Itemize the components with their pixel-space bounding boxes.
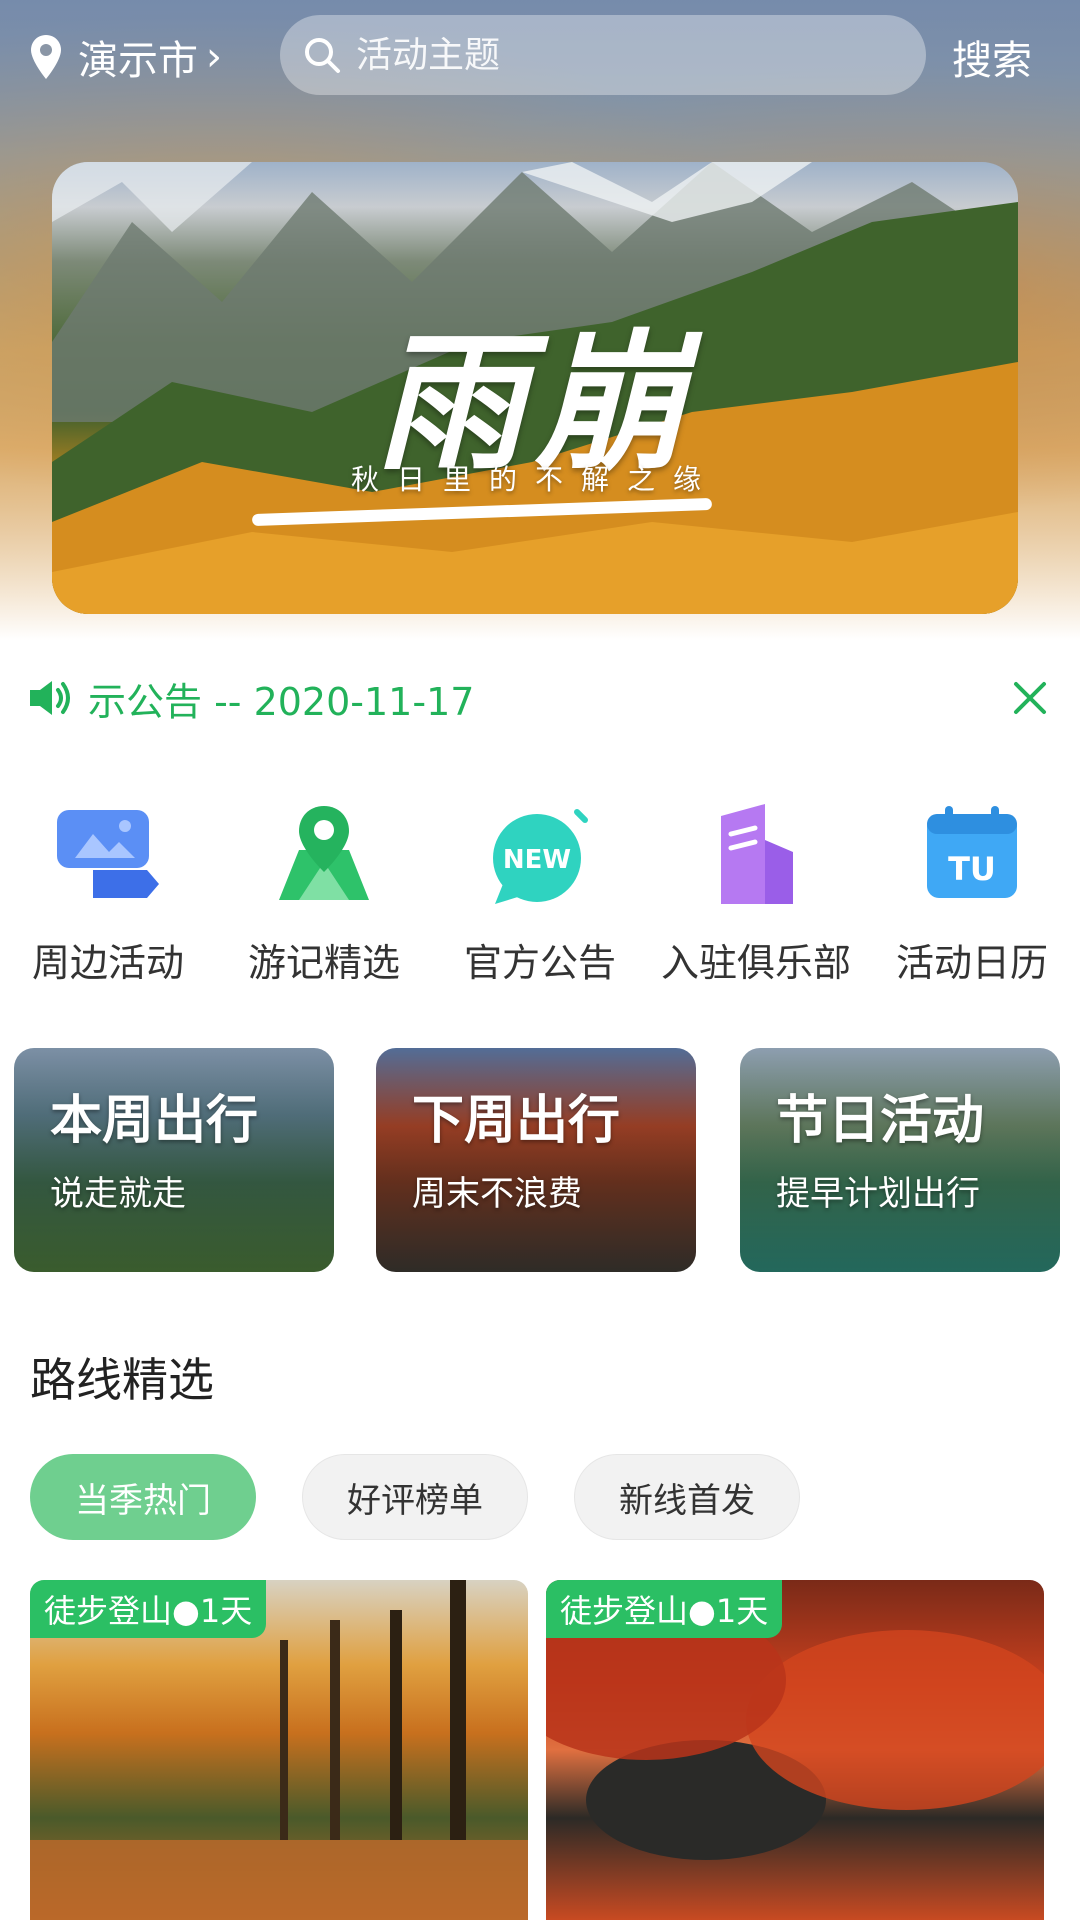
menu-label: 入驻俱乐部	[660, 941, 851, 985]
menu-label: 官方公告	[463, 941, 616, 985]
top-bar: 演示市 › 搜索	[0, 0, 1080, 110]
route-card[interactable]: 徒步登山●1天	[30, 1580, 528, 1920]
search-bar[interactable]	[280, 15, 926, 95]
trip-card-holiday[interactable]: 节日活动 提早计划出行	[740, 1048, 1060, 1272]
menu-label: 游记精选	[247, 941, 400, 985]
city-selector[interactable]: 演示市 ›	[28, 28, 222, 86]
speaker-icon	[30, 681, 70, 715]
trip-card-title: 下周出行	[412, 1091, 621, 1151]
new-badge-icon: NEW	[493, 809, 588, 904]
city-name: 演示市	[78, 38, 198, 84]
home-page: 演示市 › 搜索 雨崩 秋日里的不解之缘	[0, 0, 1080, 1920]
trip-card-subtitle: 周末不浪费	[412, 1174, 582, 1214]
notice-text: 示公告 -- 2020-11-17	[88, 679, 475, 724]
category-grid: 周边活动 游记精选 NEW 官方公告 入驻俱乐部 TU 活动日历	[0, 800, 1080, 990]
trip-card-subtitle: 说走就走	[50, 1174, 186, 1214]
trip-card-next-week[interactable]: 下周出行 周末不浪费	[376, 1048, 696, 1272]
calendar-icon: TU	[927, 806, 1017, 898]
menu-official-notice[interactable]: NEW 官方公告	[432, 800, 648, 990]
menu-label: 周边活动	[31, 941, 184, 985]
section-title-routes: 路线精选	[30, 1353, 214, 1407]
tab-top-rated[interactable]: 好评榜单	[302, 1454, 528, 1540]
trip-cards: 本周出行 说走就走 下周出行 周末不浪费 节日活动 提早计划出行	[14, 1048, 1066, 1272]
location-pin-icon	[31, 35, 61, 79]
search-icon	[305, 38, 340, 73]
trip-card-subtitle: 提早计划出行	[776, 1174, 980, 1214]
menu-label: 活动日历	[895, 941, 1048, 985]
route-card[interactable]: 徒步登山●1天	[546, 1580, 1044, 1920]
chevron-right-icon: ›	[206, 34, 222, 80]
notice-bar[interactable]: 示公告 -- 2020-11-17	[28, 672, 1052, 724]
trip-card-this-week[interactable]: 本周出行 说走就走	[14, 1048, 334, 1272]
menu-travel-notes[interactable]: 游记精选	[216, 800, 432, 990]
search-input[interactable]	[356, 34, 916, 76]
tab-seasonal-hot[interactable]: 当季热门	[30, 1454, 256, 1540]
photo-card-icon	[57, 810, 159, 898]
menu-join-club[interactable]: 入驻俱乐部	[648, 800, 864, 990]
banner-subtitle: 秋日里的不解之缘	[350, 463, 719, 496]
building-icon	[721, 804, 793, 904]
trip-card-title: 本周出行	[50, 1091, 259, 1151]
map-pin-icon	[279, 806, 369, 900]
route-tag: 徒步登山●1天	[30, 1580, 267, 1638]
search-button[interactable]: 搜索	[952, 28, 1032, 86]
menu-nearby-activities[interactable]: 周边活动	[0, 800, 216, 990]
tab-new-routes[interactable]: 新线首发	[574, 1454, 800, 1540]
svg-text:TU: TU	[948, 850, 996, 888]
menu-activity-calendar[interactable]: TU 活动日历	[864, 800, 1080, 990]
close-icon[interactable]	[1008, 676, 1052, 720]
route-tag: 徒步登山●1天	[546, 1580, 783, 1638]
trip-card-title: 节日活动	[776, 1091, 985, 1151]
banner-carousel[interactable]: 雨崩 秋日里的不解之缘	[52, 162, 1018, 614]
svg-text:NEW: NEW	[503, 845, 571, 875]
